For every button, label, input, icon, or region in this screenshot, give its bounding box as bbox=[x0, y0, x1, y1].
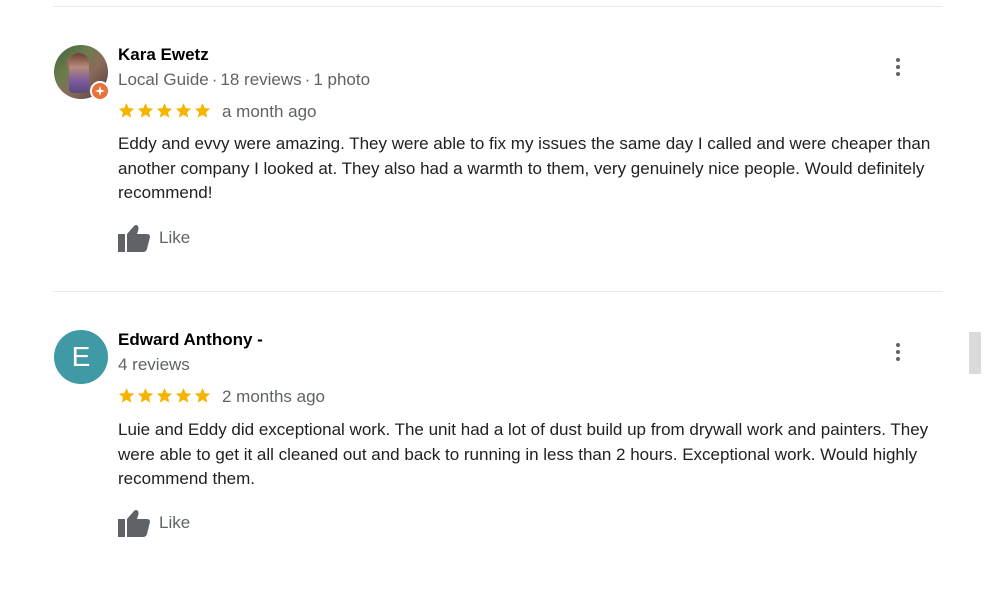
like-button[interactable]: Like bbox=[118, 224, 190, 252]
review-count: 18 reviews bbox=[220, 70, 302, 89]
reviewer-name[interactable]: Edward Anthony - bbox=[118, 330, 263, 350]
avatar[interactable] bbox=[54, 45, 110, 101]
star-icon bbox=[194, 388, 211, 403]
reviewer-meta: 4 reviews bbox=[118, 355, 190, 375]
divider bbox=[52, 6, 943, 7]
star-icon bbox=[118, 388, 135, 403]
more-vert-icon[interactable] bbox=[886, 53, 910, 81]
like-button[interactable]: Like bbox=[118, 509, 190, 537]
star-rating bbox=[118, 102, 211, 119]
reviewer-meta: Local Guide · 18 reviews · 1 photo bbox=[118, 70, 370, 90]
star-icon bbox=[137, 388, 154, 403]
review-time: a month ago bbox=[222, 102, 317, 121]
thumbs-up-icon bbox=[118, 510, 150, 537]
star-rating bbox=[118, 387, 211, 404]
local-guide-badge-icon bbox=[90, 81, 110, 101]
separator: · bbox=[304, 70, 311, 89]
local-guide-label: Local Guide bbox=[118, 70, 209, 89]
star-icon bbox=[156, 103, 173, 118]
separator: · bbox=[211, 70, 218, 89]
review-text: Eddy and evvy were amazing. They were ab… bbox=[118, 134, 931, 202]
reviewer-name[interactable]: Kara Ewetz bbox=[118, 45, 209, 65]
more-vert-icon[interactable] bbox=[886, 338, 910, 366]
divider bbox=[52, 291, 943, 292]
thumbs-up-icon bbox=[118, 225, 150, 252]
star-icon bbox=[175, 103, 192, 118]
like-label: Like bbox=[159, 513, 191, 532]
review-text: Luie and Eddy did exceptional work. The … bbox=[118, 420, 929, 488]
reviews-page: Kara Ewetz Local Guide · 18 reviews · 1 phot… bbox=[0, 0, 1000, 599]
star-icon bbox=[156, 388, 173, 403]
star-icon bbox=[175, 388, 192, 403]
star-icon bbox=[194, 103, 211, 118]
star-icon bbox=[118, 103, 135, 118]
review-count: 4 reviews bbox=[118, 355, 190, 374]
review-time: 2 months ago bbox=[222, 387, 326, 406]
scrollbar-thumb[interactable] bbox=[969, 332, 981, 374]
like-label: Like bbox=[159, 228, 191, 247]
avatar-letter: E bbox=[54, 330, 108, 384]
star-icon bbox=[137, 103, 154, 118]
avatar[interactable]: E bbox=[54, 330, 108, 384]
photo-count: 1 photo bbox=[313, 70, 371, 89]
